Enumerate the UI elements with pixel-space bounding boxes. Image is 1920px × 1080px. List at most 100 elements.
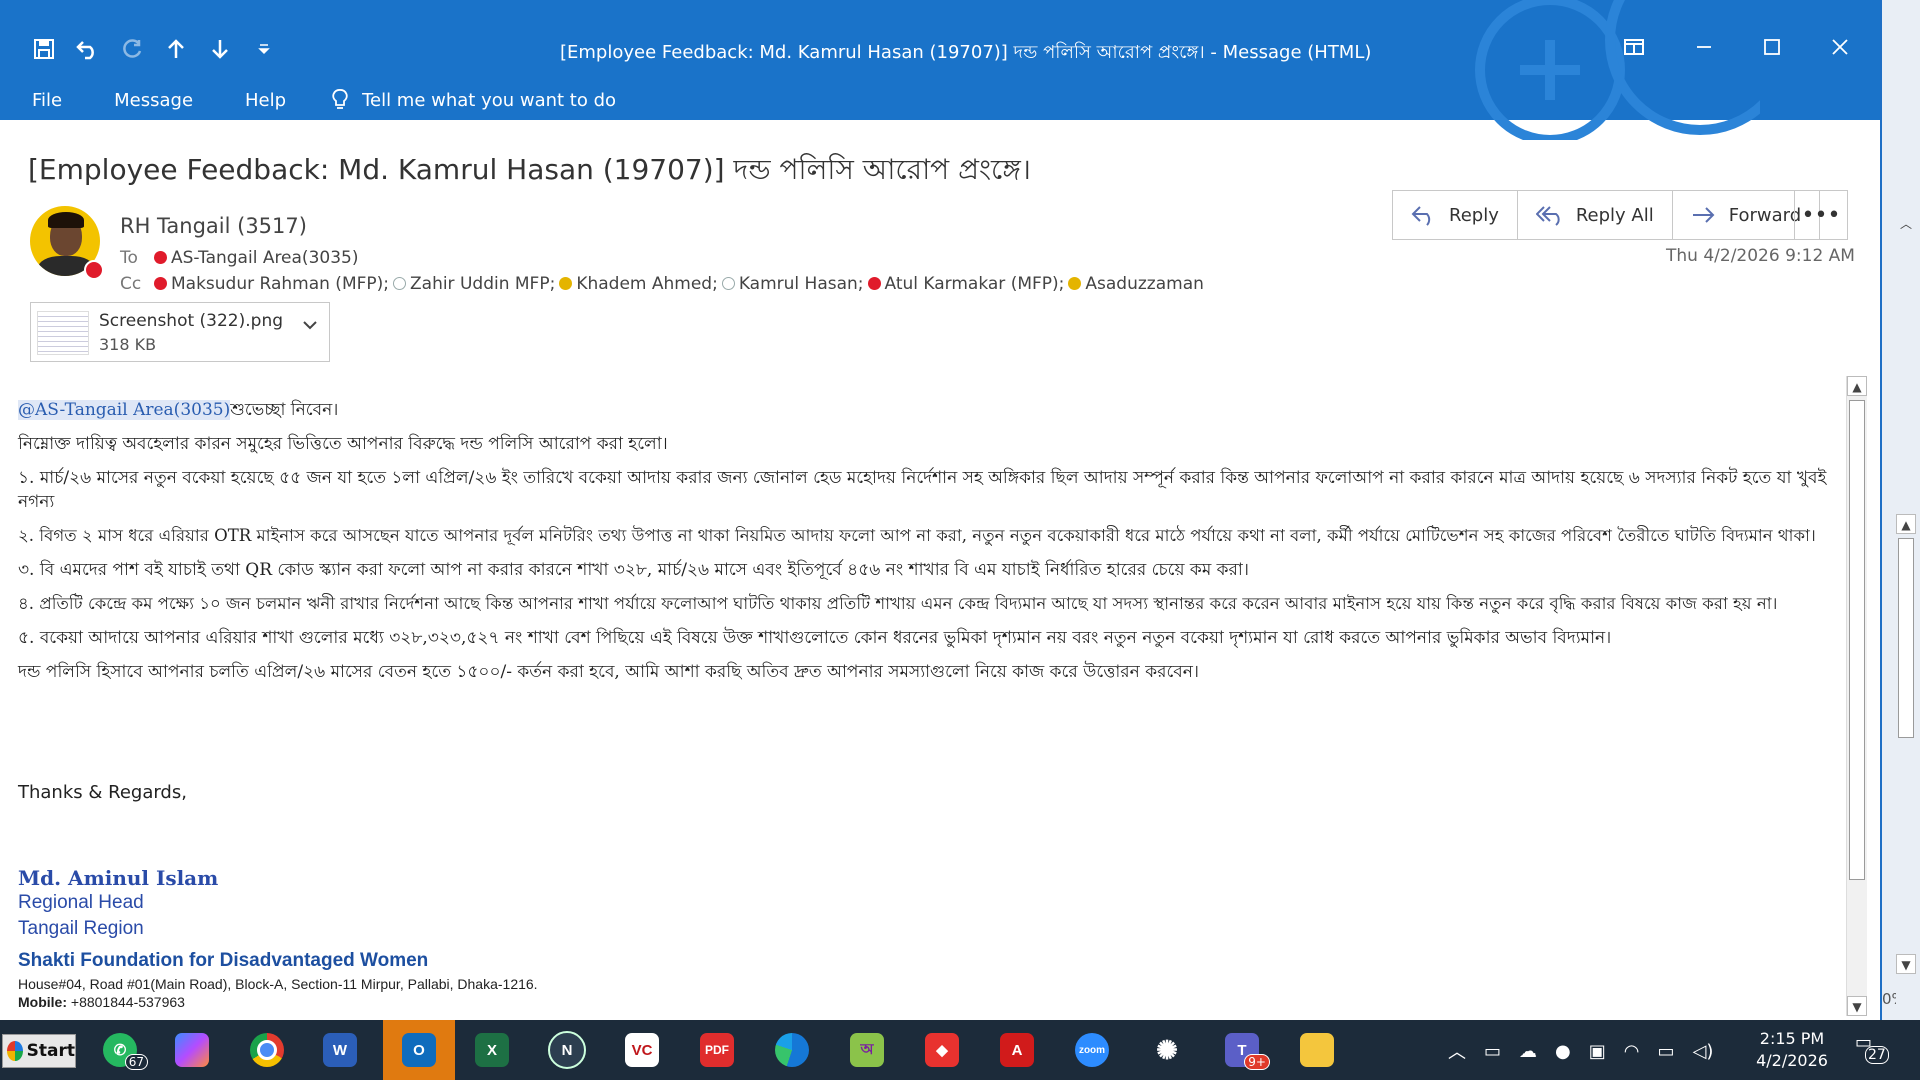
taskbar-clock[interactable]: 2:15 PM 4/2/2026 — [1742, 1028, 1842, 1072]
taskbar-acrobat[interactable]: A — [995, 1030, 1039, 1070]
display-icon[interactable]: ▣ — [1589, 1041, 1606, 1062]
message-actions: Reply Reply All Forward — [1392, 190, 1821, 240]
taskbar: Start ✆ 67 W O X N VC PDF অ ◆ A zoom ✺ T… — [0, 1020, 1920, 1080]
teams-badge: 9+ — [1244, 1054, 1270, 1070]
presence-busy-icon — [154, 251, 167, 264]
body-penalty: দন্ড পলিসি হিসাবে আপনার চলতি এপ্রিল/২৬ ম… — [18, 662, 1199, 682]
start-button[interactable]: Start — [2, 1034, 76, 1068]
copilot-icon — [175, 1033, 209, 1067]
taskbar-anydesk[interactable]: ◆ — [920, 1030, 964, 1070]
body-intro: নিম্নোক্ত দায়িত্ব অবহেলার কারন সমুহের ভ… — [18, 434, 668, 454]
background-scrollbar[interactable]: ︿ ▲ ▼ — [1896, 214, 1916, 1020]
cc-recipient[interactable]: Zahir Uddin MFP; — [393, 274, 555, 294]
zoom-icon: zoom — [1075, 1033, 1109, 1067]
taskbar-bangla-keyboard[interactable]: অ — [845, 1030, 889, 1070]
cc-recipient[interactable]: Asaduzzaman — [1068, 274, 1204, 294]
window-title: [Employee Feedback: Md. Kamrul Hasan (19… — [560, 42, 1372, 63]
notification-center[interactable]: ▭ 27 — [1855, 1032, 1889, 1066]
closing-line: Thanks & Regards, — [18, 782, 187, 803]
clock-date: 4/2/2026 — [1756, 1051, 1828, 1070]
taskbar-chrome[interactable] — [245, 1030, 289, 1070]
acrobat-icon: A — [1000, 1033, 1034, 1067]
excel-icon: X — [475, 1033, 509, 1067]
chatgpt-icon: ✺ — [1156, 1034, 1178, 1065]
volume-icon[interactable]: ◁) — [1692, 1041, 1713, 1062]
sender-name[interactable]: RH Tangail (3517) — [120, 214, 307, 238]
presence-away-icon — [559, 277, 573, 290]
attachment-card[interactable]: Screenshot (322).png 318 KB — [30, 302, 330, 362]
presence-offline-icon — [393, 277, 406, 290]
tell-me-search[interactable]: Tell me what you want to do — [332, 88, 616, 112]
anydesk-icon: ◆ — [925, 1033, 959, 1067]
attachment-thumbnail — [37, 311, 89, 355]
word-icon: W — [323, 1033, 357, 1067]
taskbar-teams[interactable]: T 9+ — [1220, 1030, 1270, 1070]
pdf-icon: PDF — [700, 1033, 734, 1067]
body-scrollbar[interactable]: ▲ ▼ — [1846, 376, 1867, 1016]
chevron-up-icon[interactable]: ︿ — [1896, 214, 1916, 234]
scroll-down-arrow-icon[interactable]: ▼ — [1847, 996, 1867, 1016]
redo-icon[interactable] — [110, 34, 154, 64]
body-point-5: ৫. বকেয়া আদায়ে আপনার এরিয়ার শাখা গুলো… — [18, 628, 1612, 648]
more-actions-button[interactable]: ••• — [1794, 190, 1848, 240]
attachment-name: Screenshot (322).png — [99, 311, 284, 331]
tell-me-label: Tell me what you want to do — [362, 89, 617, 111]
reply-all-icon — [1535, 206, 1560, 226]
onedrive-icon[interactable]: ☁ — [1519, 1041, 1537, 1062]
folder-icon — [1300, 1033, 1334, 1067]
taskbar-edge[interactable] — [770, 1030, 814, 1070]
microphone-icon[interactable]: ● — [1555, 1041, 1571, 1062]
menu-help[interactable]: Help — [245, 90, 286, 111]
scrollbar-thumb[interactable] — [1898, 538, 1914, 738]
signature-mobile: Mobile: +8801844-537963 — [18, 994, 185, 1010]
whatsapp-badge: 67 — [124, 1054, 148, 1070]
taskbar-whatsapp[interactable]: ✆ 67 — [98, 1030, 148, 1070]
chevron-down-icon[interactable] — [301, 319, 319, 331]
scroll-up-arrow-icon[interactable]: ▲ — [1896, 514, 1916, 534]
vc-icon: VC — [625, 1033, 659, 1067]
chevron-up-icon[interactable]: ︿ — [1448, 1038, 1466, 1064]
ribbon-menu: File Message Help Tell me what you want … — [0, 82, 616, 118]
forward-icon — [1692, 207, 1715, 223]
cc-recipient[interactable]: Khadem Ahmed; — [559, 274, 718, 294]
taskbar-chatgpt[interactable]: ✺ — [1145, 1030, 1189, 1070]
menu-message[interactable]: Message — [114, 90, 193, 111]
taskbar-outlook[interactable]: O — [383, 1020, 455, 1080]
minimize-button[interactable] — [1674, 32, 1734, 62]
cc-recipient[interactable]: Kamrul Hasan; — [721, 274, 864, 294]
restore-layout-icon[interactable] — [1604, 32, 1664, 62]
presence-busy-icon — [154, 277, 167, 290]
scroll-down-arrow-icon[interactable]: ▼ — [1896, 954, 1916, 974]
customize-toolbar-icon[interactable] — [242, 34, 286, 64]
taskbar-excel[interactable]: X — [470, 1030, 514, 1070]
taskbar-zoom[interactable]: zoom — [1070, 1030, 1114, 1070]
reply-button[interactable]: Reply — [1393, 191, 1518, 239]
to-recipient[interactable]: AS-Tangail Area(3035) — [154, 248, 358, 268]
taskbar-notion[interactable]: N — [545, 1030, 589, 1070]
scroll-up-arrow-icon[interactable]: ▲ — [1847, 376, 1867, 396]
taskbar-copilot[interactable] — [170, 1030, 214, 1070]
taskbar-file-explorer[interactable] — [1295, 1030, 1339, 1070]
signature-address: House#04, Road #01(Main Road), Block-A, … — [18, 976, 538, 992]
taskbar-word[interactable]: W — [318, 1030, 362, 1070]
reply-all-button[interactable]: Reply All — [1518, 191, 1673, 239]
save-icon[interactable] — [22, 34, 66, 64]
close-button[interactable] — [1810, 32, 1870, 62]
scrollbar-thumb[interactable] — [1849, 400, 1865, 880]
taskbar-vscode-app[interactable]: VC — [620, 1030, 664, 1070]
wifi-icon[interactable]: ◠ — [1624, 1041, 1640, 1062]
notion-icon: N — [548, 1031, 586, 1069]
cc-recipient[interactable]: Atul Karmakar (MFP); — [867, 274, 1064, 294]
body-point-3: ৩. বি এমদের পাশ বই যাচাই তথা QR কোড স্ক্… — [18, 560, 1249, 580]
menu-file[interactable]: File — [32, 90, 62, 111]
meet-now-icon[interactable]: ▭ — [1484, 1041, 1501, 1062]
mention-link[interactable]: @AS-Tangail Area(3035) — [18, 400, 231, 420]
cc-recipient[interactable]: Maksudur Rahman (MFP); — [154, 274, 389, 294]
next-item-icon[interactable] — [198, 34, 242, 64]
previous-item-icon[interactable] — [154, 34, 198, 64]
maximize-button[interactable] — [1742, 32, 1802, 62]
battery-icon[interactable]: ▭ — [1657, 1041, 1674, 1062]
system-tray: ︿ ▭ ☁ ● ▣ ◠ ▭ ◁) — [1448, 1038, 1713, 1064]
taskbar-pdf-app[interactable]: PDF — [695, 1030, 739, 1070]
undo-icon[interactable] — [66, 34, 110, 64]
